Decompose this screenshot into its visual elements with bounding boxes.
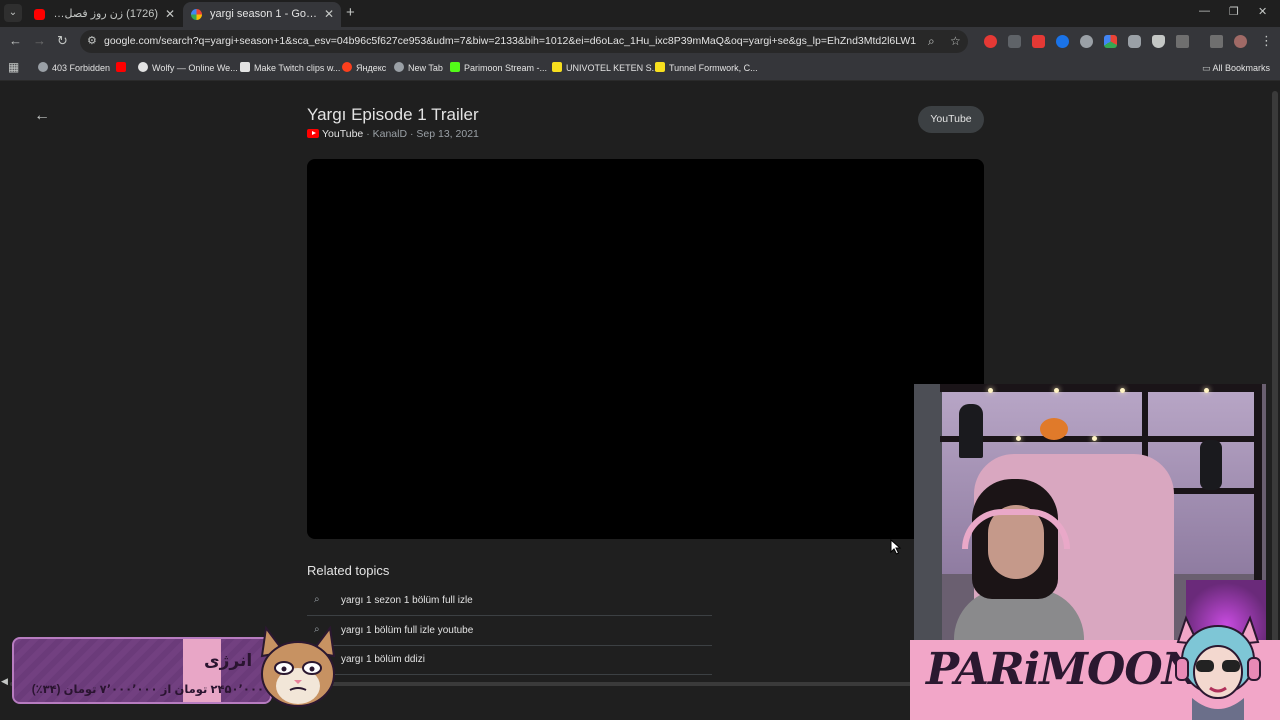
back-icon[interactable]: ← xyxy=(9,33,22,48)
bookmark-label: 403 Forbidden xyxy=(52,63,111,73)
tab-title: (1726) زن روز فصل 2 قسمت 20 xyxy=(53,8,158,20)
s-icon xyxy=(552,62,562,72)
meta-separator: · xyxy=(366,128,370,140)
forward-icon[interactable]: → xyxy=(33,33,46,48)
mouse-cursor-icon xyxy=(890,539,902,555)
youtube-logo-icon xyxy=(307,129,319,138)
wolfy-icon xyxy=(138,62,148,72)
extension-incognito-icon[interactable] xyxy=(1128,35,1141,48)
search-icon: ⌕ xyxy=(314,594,320,605)
tab-strip: ⌄ (1726) زن روز فصل 2 قسمت 20 ✕ yargi se… xyxy=(0,0,1280,27)
kick-icon xyxy=(450,62,460,72)
video-meta: YouTube · KanalD · Sep 13, 2021 xyxy=(307,128,479,140)
figure-venom-icon xyxy=(1200,440,1222,490)
new-tab-button[interactable]: + xyxy=(346,4,355,21)
figure-pumpkin-icon xyxy=(1040,418,1068,440)
bookmarks-bar: ▦ 403 Forbidden Wolfy — Online We... Make … xyxy=(0,56,1280,81)
tab-close-icon[interactable]: ✕ xyxy=(324,2,334,27)
bookmark-item[interactable]: Make Twitch clips w... xyxy=(240,56,340,81)
globe-icon xyxy=(394,62,404,72)
bookmark-label: Parimoon Stream -... xyxy=(464,63,548,73)
brand-name: PARiMOON xyxy=(926,644,1202,695)
google-favicon-icon xyxy=(191,9,202,20)
tab-search-menu-button[interactable]: ⌄ xyxy=(4,4,22,22)
browser-toolbar: ← → ↻ ⚙ google.com/search?q=yargi+season… xyxy=(0,27,1280,56)
scroll-left-icon[interactable]: ◀ xyxy=(1,676,8,687)
yandex-icon xyxy=(342,62,352,72)
zoom-search-icon[interactable]: ⌕ xyxy=(928,34,935,49)
related-topic-item[interactable]: ⌕ yargı 1 bölüm ddizi xyxy=(307,646,712,675)
donation-goal-panel: انرژی ۲۴۵۰٬۰۰۰ تومان از ۷٬۰۰۰٬۰۰۰ تومان … xyxy=(12,637,272,704)
bookmark-item[interactable]: Tunnel Formwork, C... xyxy=(655,56,758,81)
bookmark-label: Tunnel Formwork, C... xyxy=(669,63,758,73)
s-icon xyxy=(655,62,665,72)
bookmark-item[interactable]: Яндекс xyxy=(342,56,386,81)
vertical-scrollbar[interactable] xyxy=(1270,81,1280,687)
youtube-icon xyxy=(116,62,126,72)
cat-mascot-icon xyxy=(260,625,336,707)
related-topic-label: yargı 1 sezon 1 bölüm full izle xyxy=(341,595,473,606)
bookmark-label: UNIVOTEL KETEN S... xyxy=(566,63,660,73)
address-bar[interactable]: ⚙ google.com/search?q=yargi+season+1&sca… xyxy=(80,30,968,53)
more-menu-icon[interactable]: ⋮ xyxy=(1260,33,1273,49)
youtube-favicon-icon xyxy=(34,9,45,20)
bookmark-label: New Tab xyxy=(408,63,443,73)
bookmark-item[interactable]: 403 Forbidden xyxy=(38,56,110,81)
video-title[interactable]: Yargı Episode 1 Trailer xyxy=(307,105,479,125)
bookmark-label: Яндекс xyxy=(356,63,387,73)
bookmark-item[interactable]: Wolfy — Online We... xyxy=(138,56,238,81)
triangle-icon xyxy=(240,62,250,72)
extension-translate-icon[interactable] xyxy=(1056,35,1069,48)
close-window-icon[interactable]: ✕ xyxy=(1258,5,1267,18)
extension-shield-icon[interactable] xyxy=(1152,35,1165,48)
all-bookmarks-label: All Bookmarks xyxy=(1212,63,1270,73)
video-source[interactable]: YouTube xyxy=(322,128,363,140)
site-info-icon[interactable]: ⚙ xyxy=(87,34,97,47)
tab-close-icon[interactable]: ✕ xyxy=(165,2,175,27)
profile-avatar[interactable] xyxy=(1234,35,1247,48)
extension-record-icon[interactable] xyxy=(984,35,997,48)
tab-title: yargi season 1 - Google Search xyxy=(210,8,317,20)
related-topic-label: yargı 1 bölüm full izle youtube xyxy=(341,625,474,636)
back-arrow-icon[interactable]: ← xyxy=(34,107,50,125)
bookmark-item[interactable]: Parimoon Stream -... xyxy=(450,56,547,81)
restore-icon[interactable]: ❐ xyxy=(1229,5,1239,18)
tab-google-search[interactable]: yargi season 1 - Google Search ✕ xyxy=(183,2,341,27)
open-youtube-button[interactable]: YouTube xyxy=(918,106,984,133)
minimize-icon[interactable]: — xyxy=(1199,5,1210,17)
bookmark-item[interactable]: New Tab xyxy=(394,56,443,81)
related-topic-item[interactable]: ⌕ yargı 1 sezon 1 bölüm full izle xyxy=(307,587,712,616)
extension-youtube-icon[interactable] xyxy=(1032,35,1045,48)
related-topic-item[interactable]: ⌕ yargı 1 bölüm full izle youtube xyxy=(307,617,712,646)
all-bookmarks-button[interactable]: ▭ All Bookmarks xyxy=(1202,56,1270,81)
address-url[interactable]: google.com/search?q=yargi+season+1&sca_e… xyxy=(104,30,916,53)
video-player[interactable] xyxy=(307,159,984,539)
bookmark-item[interactable] xyxy=(116,56,130,81)
extension-r-icon[interactable] xyxy=(1008,35,1021,48)
bookmark-label: Wolfy — Online We... xyxy=(152,63,238,73)
goal-progress-text: ۲۴۵۰٬۰۰۰ تومان از ۷٬۰۰۰٬۰۰۰ تومان (۳۴٪) xyxy=(31,684,264,696)
globe-icon xyxy=(38,62,48,72)
tab-youtube[interactable]: (1726) زن روز فصل 2 قسمت 20 ✕ xyxy=(26,2,182,27)
meta-separator: · xyxy=(409,128,414,140)
goal-title: انرژی xyxy=(204,651,253,670)
extensions-puzzle-icon[interactable] xyxy=(1176,35,1189,48)
bookmark-item[interactable]: UNIVOTEL KETEN S... xyxy=(552,56,659,81)
extension-color-icon[interactable] xyxy=(1104,35,1117,48)
scrollbar-thumb[interactable] xyxy=(1272,91,1278,671)
related-topic-label: yargı 1 bölüm ddizi xyxy=(341,654,425,665)
figure-batman-icon xyxy=(959,404,983,458)
video-date: Sep 13, 2021 xyxy=(416,128,479,140)
reading-list-icon[interactable] xyxy=(1210,35,1223,48)
reload-icon[interactable]: ↻ xyxy=(57,33,68,49)
video-channel: KanalD xyxy=(372,128,408,140)
related-topics-heading: Related topics xyxy=(307,563,390,578)
cat-girl-avatar-icon xyxy=(1175,615,1261,720)
bookmark-label: Make Twitch clips w... xyxy=(254,63,341,73)
bookmark-star-icon[interactable]: ☆ xyxy=(950,34,961,48)
apps-grid-icon[interactable]: ▦ xyxy=(8,61,20,73)
extension-globe-icon[interactable] xyxy=(1080,35,1093,48)
folder-icon: ▭ xyxy=(1201,63,1211,73)
